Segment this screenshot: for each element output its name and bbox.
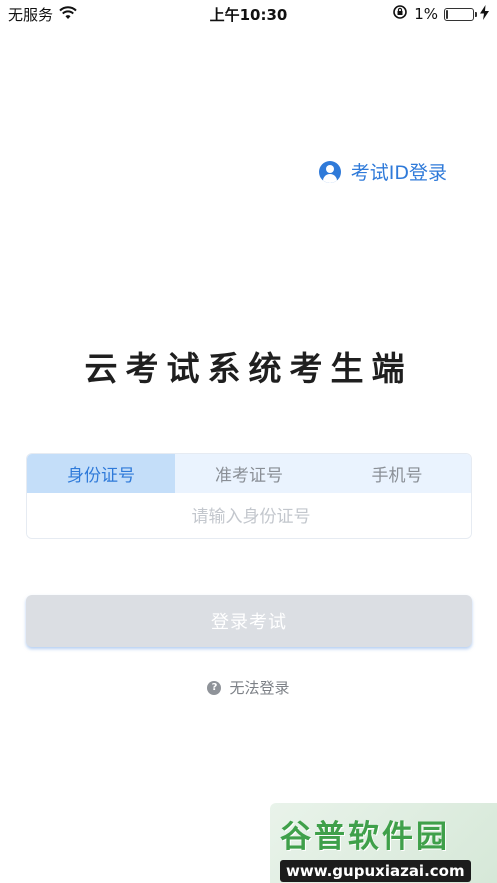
exam-id-login-link[interactable]: 考试ID登录 — [318, 158, 447, 185]
login-form: 身份证号 准考证号 手机号 — [26, 453, 472, 539]
battery-percent: 1% — [414, 5, 438, 23]
page-title: 云考试系统考生端 — [84, 349, 413, 388]
cannot-login-link[interactable]: ? 无法登录 — [0, 677, 497, 698]
tab-phone[interactable]: 手机号 — [323, 454, 471, 493]
watermark-logo: 谷普软件园 — [280, 819, 450, 855]
orientation-lock-icon — [392, 4, 408, 24]
battery-icon — [444, 7, 477, 21]
login-button[interactable]: 登录考试 — [26, 595, 472, 647]
cannot-login-label: 无法登录 — [229, 679, 290, 697]
status-bar: 无服务 上午10:30 1% — [0, 0, 497, 28]
tab-admission-ticket[interactable]: 准考证号 — [175, 454, 323, 493]
id-number-input[interactable] — [27, 493, 471, 538]
charging-icon — [480, 4, 489, 24]
battery-fill — [446, 9, 448, 19]
user-icon — [318, 160, 341, 183]
tab-id-card[interactable]: 身份证号 — [27, 454, 175, 493]
watermark-url: www.gupuxiazai.com — [280, 860, 471, 882]
watermark: 谷普软件园 www.gupuxiazai.com — [270, 803, 497, 883]
login-type-tabs: 身份证号 准考证号 手机号 — [27, 454, 471, 493]
status-right: 1% — [392, 4, 489, 24]
exam-id-login-label: 考试ID登录 — [350, 162, 447, 184]
question-icon: ? — [207, 680, 222, 695]
